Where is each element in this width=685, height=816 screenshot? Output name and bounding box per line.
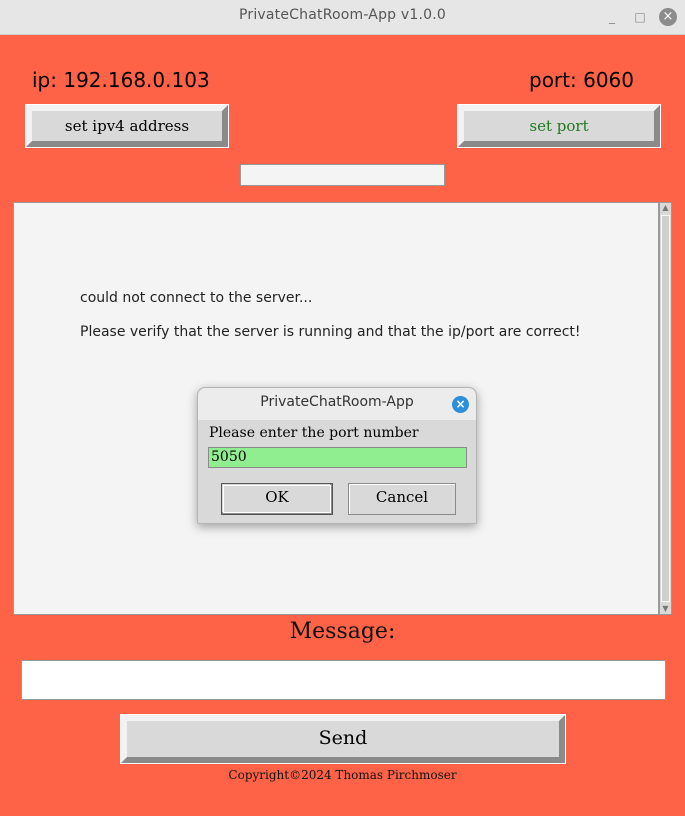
status-entry[interactable]: [240, 164, 445, 186]
send-button[interactable]: Send: [120, 714, 566, 764]
cancel-button[interactable]: Cancel: [348, 483, 456, 515]
chat-log-scrollbar[interactable]: ▲ ▼: [659, 202, 672, 615]
scroll-down-icon[interactable]: ▼: [661, 604, 670, 614]
copyright-text: Copyright©2024 Thomas Pirchmoser: [228, 768, 457, 782]
log-line: Please verify that the server is running…: [80, 324, 581, 340]
window-title: PrivateChatRoom-App v1.0.0: [238, 7, 447, 23]
scroll-up-icon[interactable]: ▲: [661, 203, 670, 213]
ip-address-label: ip: 192.168.0.103: [32, 68, 210, 92]
app-window: PrivateChatRoom-App v1.0.0 _ □ × ip: 192…: [0, 0, 685, 816]
minimize-icon[interactable]: _: [604, 9, 620, 25]
ok-button[interactable]: OK: [221, 483, 333, 515]
dialog-prompt: Please enter the port number: [209, 425, 419, 441]
set-port-button[interactable]: set port: [457, 104, 661, 148]
message-label: Message:: [289, 619, 396, 644]
log-line: could not connect to the server...: [80, 290, 313, 306]
port-dialog: PrivateChatRoom-App × Please enter the p…: [197, 387, 477, 524]
scrollbar-thumb[interactable]: [661, 215, 670, 602]
port-label: port: 6060: [529, 68, 634, 92]
port-input[interactable]: 5050: [208, 447, 467, 468]
maximize-icon[interactable]: □: [632, 9, 648, 25]
close-icon[interactable]: ×: [659, 8, 677, 26]
dialog-title: PrivateChatRoom-App: [260, 394, 414, 410]
title-bar[interactable]: PrivateChatRoom-App v1.0.0 _ □ ×: [0, 0, 685, 35]
dialog-title-bar[interactable]: PrivateChatRoom-App ×: [198, 388, 476, 420]
message-input[interactable]: [21, 660, 666, 700]
set-ip-button[interactable]: set ipv4 address: [25, 104, 229, 148]
dialog-close-icon[interactable]: ×: [452, 396, 469, 413]
